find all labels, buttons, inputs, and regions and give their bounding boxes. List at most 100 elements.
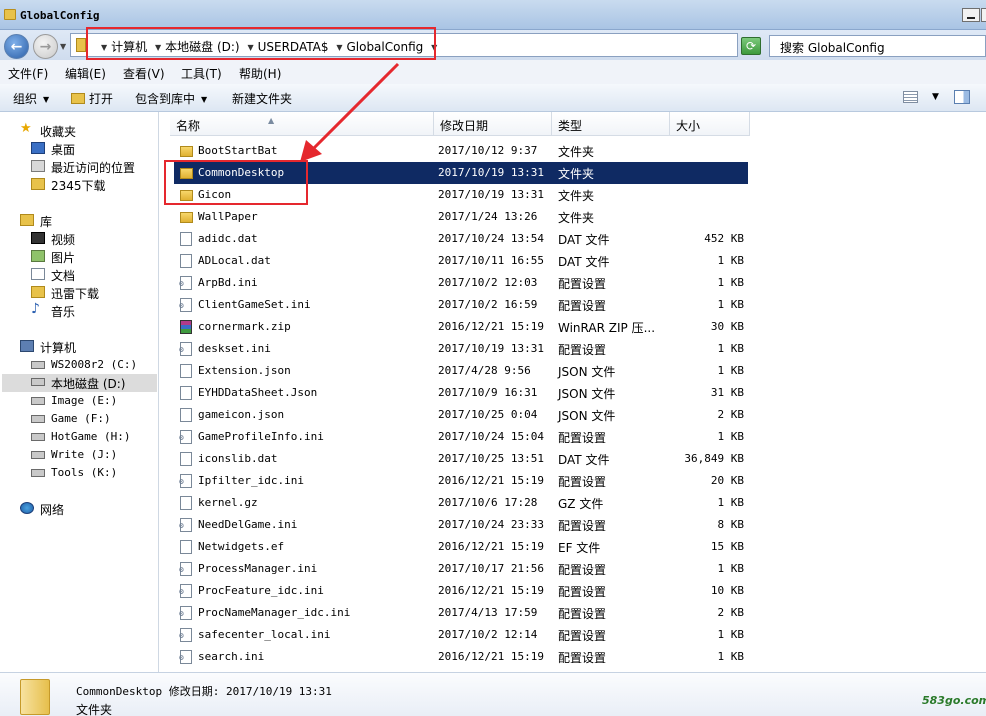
file-row[interactable]: Ipfilter_idc.ini 2016/12/21 15:19 配置设置 20 K… xyxy=(174,470,748,492)
file-date: 2017/10/24 23:33 xyxy=(438,518,544,531)
file-row[interactable]: ProcNameManager_idc.ini 2017/4/13 17:59 配置… xyxy=(174,602,748,624)
nav-item-music[interactable]: ♪ 音乐 xyxy=(31,301,75,320)
file-size: 2 KB xyxy=(717,408,745,421)
file-icon xyxy=(180,408,192,422)
menu-tools[interactable]: 工具(T) xyxy=(181,65,222,82)
file-row[interactable]: EYHDDataSheet.Json 2017/10/9 16:31 JSON 文件… xyxy=(174,382,748,404)
back-button[interactable]: ← xyxy=(4,34,29,59)
file-date: 2017/10/17 21:56 xyxy=(438,562,544,575)
file-date: 2016/12/21 15:19 xyxy=(438,320,544,333)
file-row[interactable]: adidc.dat 2017/10/24 13:54 DAT 文件 452 KB xyxy=(174,228,748,250)
open-label: 打开 xyxy=(89,92,114,106)
file-date: 2017/10/12 9:37 xyxy=(438,144,538,157)
config-file-icon xyxy=(179,606,192,620)
chevron-down-icon[interactable]: ▼ xyxy=(101,43,107,52)
file-row[interactable]: ArpBd.ini 2017/10/2 12:03 配置设置 1 KB xyxy=(174,272,748,294)
nav-item-desktop[interactable]: 桌面 xyxy=(31,141,75,158)
file-row[interactable]: CommonDesktop 2017/10/19 13:31 文件夹 xyxy=(174,162,748,184)
chevron-down-icon[interactable]: ▼ xyxy=(336,43,342,52)
breadcrumb-computer[interactable]: 计算机 xyxy=(111,40,147,54)
chevron-down-icon[interactable]: ▼ xyxy=(247,43,253,52)
file-row[interactable]: iconslib.dat 2017/10/25 13:51 DAT 文件 36,849… xyxy=(174,448,748,470)
nav-drive-j[interactable]: Write (J:) xyxy=(31,448,118,461)
nav-item-xunlei[interactable]: 迅雷下载 xyxy=(31,285,99,302)
file-row[interactable]: Gicon 2017/10/19 13:31 文件夹 xyxy=(174,184,748,206)
folder-icon xyxy=(180,190,193,201)
file-name: ProcNameManager_idc.ini xyxy=(198,606,351,619)
breadcrumb-globalconfig[interactable]: GlobalConfig xyxy=(346,40,423,54)
file-row[interactable]: ProcessManager.ini 2017/10/17 21:56 配置设置 1 … xyxy=(174,558,748,580)
nav-computer[interactable]: 计算机 xyxy=(20,339,76,356)
nav-item-documents[interactable]: 文档 xyxy=(31,267,75,284)
column-name-label: 名称 xyxy=(176,119,201,133)
nav-drive-f-label: Game (F:) xyxy=(51,412,111,425)
nav-drive-f[interactable]: Game (F:) xyxy=(31,412,111,425)
file-row[interactable]: WallPaper 2017/1/24 13:26 文件夹 xyxy=(174,206,748,228)
search-input[interactable]: 搜索 GlobalConfig xyxy=(769,35,986,57)
column-type[interactable]: 类型 xyxy=(552,112,670,136)
nav-item-videos[interactable]: 视频 xyxy=(31,231,75,248)
file-name: kernel.gz xyxy=(198,496,258,509)
file-row[interactable]: GameProfileInfo.ini 2017/10/24 15:04 配置设置 1… xyxy=(174,426,748,448)
preview-pane-icon[interactable] xyxy=(954,90,970,104)
file-row[interactable]: ADLocal.dat 2017/10/11 16:55 DAT 文件 1 KB xyxy=(174,250,748,272)
nav-drive-h[interactable]: HotGame (H:) xyxy=(31,430,130,443)
organize-button[interactable]: 组织 ▼ xyxy=(13,90,49,107)
file-row[interactable]: NeedDelGame.ini 2017/10/24 23:33 配置设置 8 KB xyxy=(174,514,748,536)
sort-ascending-icon: ▲ xyxy=(268,116,275,125)
file-row[interactable]: ClientGameSet.ini 2017/10/2 16:59 配置设置 1 KB xyxy=(174,294,748,316)
folder-icon xyxy=(76,38,86,52)
nav-drive-c[interactable]: WS2008r2 (C:) xyxy=(31,358,138,371)
file-row[interactable]: Extension.json 2017/4/28 9:56 JSON 文件 1 KB xyxy=(174,360,748,382)
view-options-icon[interactable] xyxy=(903,91,918,103)
breadcrumb: ▼ 计算机 ▼ 本地磁盘 (D:) ▼ USERDATA$ ▼ GlobalConfig… xyxy=(97,38,441,55)
file-row[interactable]: Netwidgets.ef 2016/12/21 15:19 EF 文件 15 KB xyxy=(174,536,748,558)
maximize-button[interactable] xyxy=(981,8,986,22)
breadcrumb-userdata[interactable]: USERDATA$ xyxy=(258,40,329,54)
menu-help[interactable]: 帮助(H) xyxy=(239,65,281,82)
nav-drive-d[interactable]: 本地磁盘 (D:) xyxy=(31,375,125,392)
drive-icon xyxy=(31,451,45,459)
menu-file[interactable]: 文件(F) xyxy=(8,65,48,82)
file-date: 2017/10/24 13:54 xyxy=(438,232,544,245)
nav-drive-k[interactable]: Tools (K:) xyxy=(31,466,117,479)
nav-item-2345[interactable]: 2345下载 xyxy=(31,177,106,194)
nav-drive-j-label: Write (J:) xyxy=(51,448,118,461)
new-folder-button[interactable]: 新建文件夹 xyxy=(232,90,292,107)
file-row[interactable]: kernel.gz 2017/10/6 17:28 GZ 文件 1 KB xyxy=(174,492,748,514)
menu-edit[interactable]: 编辑(E) xyxy=(65,65,106,82)
file-type: 配置设置 xyxy=(558,277,607,291)
nav-favorites[interactable]: ★ 收藏夹 xyxy=(20,121,76,140)
file-row[interactable]: deskset.ini 2017/10/19 13:31 配置设置 1 KB xyxy=(174,338,748,360)
nav-drive-e[interactable]: Image (E:) xyxy=(31,394,117,407)
nav-libraries[interactable]: 库 xyxy=(20,213,52,230)
nav-item-recent[interactable]: 最近访问的位置 xyxy=(31,159,135,176)
breadcrumb-drive-d[interactable]: 本地磁盘 (D:) xyxy=(165,40,239,54)
include-in-library-button[interactable]: 包含到库中 ▼ xyxy=(135,90,207,107)
file-row[interactable]: safecenter_local.ini 2017/10/2 12:14 配置设置 1… xyxy=(174,624,748,646)
nav-network[interactable]: 网络 xyxy=(20,501,64,518)
file-row[interactable]: search.ini 2016/12/21 15:19 配置设置 1 KB xyxy=(174,646,748,668)
column-size[interactable]: 大小 xyxy=(670,112,750,136)
address-bar[interactable]: ▼ 计算机 ▼ 本地磁盘 (D:) ▼ USERDATA$ ▼ GlobalConfig… xyxy=(70,33,800,57)
chevron-down-icon[interactable]: ▼ xyxy=(155,43,161,52)
menu-view[interactable]: 查看(V) xyxy=(123,65,165,82)
library-icon xyxy=(20,214,34,226)
nav-drive-c-label: WS2008r2 (C:) xyxy=(51,358,138,371)
file-row[interactable]: BootStartBat 2017/10/12 9:37 文件夹 xyxy=(174,140,748,162)
details-name-date: CommonDesktop 修改日期: 2017/10/19 13:31 xyxy=(76,685,332,698)
nav-item-pictures[interactable]: 图片 xyxy=(31,249,75,266)
file-row[interactable]: gameicon.json 2017/10/25 0:04 JSON 文件 2 KB xyxy=(174,404,748,426)
file-row[interactable]: ProcFeature_idc.ini 2016/12/21 15:19 配置设置 1… xyxy=(174,580,748,602)
chevron-down-icon[interactable]: ▼ xyxy=(431,43,437,52)
column-name[interactable]: 名称 ▲ xyxy=(170,112,434,136)
minimize-button[interactable] xyxy=(962,8,980,22)
open-button[interactable]: 打开 xyxy=(71,90,113,107)
file-row[interactable]: cornermark.zip 2016/12/21 15:19 WinRAR ZIP… xyxy=(174,316,748,338)
watermark: 583go.com xyxy=(922,694,986,707)
forward-button[interactable]: → xyxy=(33,34,58,59)
column-date[interactable]: 修改日期 xyxy=(434,112,552,136)
chevron-down-icon[interactable]: ▼ xyxy=(932,92,939,102)
refresh-button[interactable]: ⟳ xyxy=(741,37,761,55)
recent-pages-dropdown[interactable]: ▼ xyxy=(60,42,66,51)
